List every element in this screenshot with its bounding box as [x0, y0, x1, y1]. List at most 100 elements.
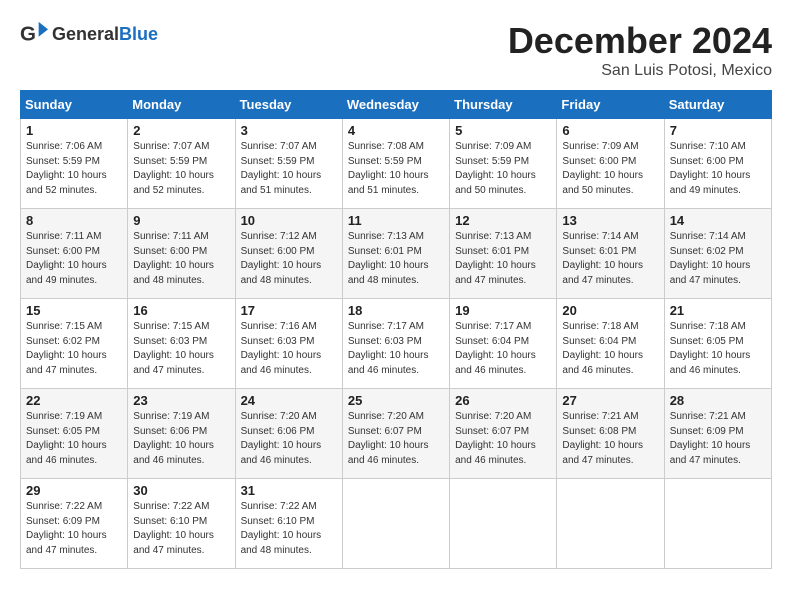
day-number: 26: [455, 393, 551, 408]
day-number: 17: [241, 303, 337, 318]
day-info: Sunrise: 7:09 AMSunset: 6:00 PMDaylight:…: [562, 140, 658, 198]
calendar-cell: 15 Sunrise: 7:15 AMSunset: 6:02 PMDayligh…: [21, 299, 128, 389]
day-info: Sunrise: 7:18 AMSunset: 6:04 PMDaylight:…: [562, 320, 658, 378]
logo-text-blue: Blue: [119, 24, 158, 44]
calendar-cell: 31 Sunrise: 7:22 AMSunset: 6:10 PMDayligh…: [235, 479, 342, 569]
day-info: Sunrise: 7:15 AMSunset: 6:02 PMDaylight:…: [26, 320, 122, 378]
calendar-cell: 23 Sunrise: 7:19 AMSunset: 6:06 PMDayligh…: [128, 389, 235, 479]
calendar-header-friday: Friday: [557, 91, 664, 119]
logo-icon: G: [20, 20, 48, 48]
day-number: 11: [348, 213, 444, 228]
day-info: Sunrise: 7:22 AMSunset: 6:09 PMDaylight:…: [26, 500, 122, 558]
calendar-cell: 30Sunrise: 7:22 AMSunset: 6:10 PMDayligh…: [128, 479, 235, 569]
title-area: December 2024 San Luis Potosi, Mexico: [508, 20, 772, 80]
day-number: 25: [348, 393, 444, 408]
day-number: 16: [133, 303, 229, 318]
day-info: Sunrise: 7:11 AMSunset: 6:00 PMDaylight:…: [26, 230, 122, 288]
calendar-cell: 28Sunrise: 7:21 AMSunset: 6:09 PMDayligh…: [664, 389, 771, 479]
day-number: 8: [26, 213, 122, 228]
day-number: 23: [133, 393, 229, 408]
day-info: Sunrise: 7:20 AMSunset: 6:07 PMDaylight:…: [455, 410, 551, 468]
day-info: Sunrise: 7:13 AMSunset: 6:01 PMDaylight:…: [348, 230, 444, 288]
day-number: 13: [562, 213, 658, 228]
day-number: 19: [455, 303, 551, 318]
day-number: 22: [26, 393, 122, 408]
day-info: Sunrise: 7:14 AMSunset: 6:01 PMDaylight:…: [562, 230, 658, 288]
day-info: Sunrise: 7:17 AMSunset: 6:04 PMDaylight:…: [455, 320, 551, 378]
day-number: 18: [348, 303, 444, 318]
day-info: Sunrise: 7:22 AMSunset: 6:10 PMDaylight:…: [241, 500, 337, 558]
calendar-cell: 22Sunrise: 7:19 AMSunset: 6:05 PMDayligh…: [21, 389, 128, 479]
day-number: 29: [26, 483, 122, 498]
calendar-cell: 4 Sunrise: 7:08 AMSunset: 5:59 PMDaylight…: [342, 119, 449, 209]
day-info: Sunrise: 7:06 AMSunset: 5:59 PMDaylight:…: [26, 140, 122, 198]
calendar-week-row: 22Sunrise: 7:19 AMSunset: 6:05 PMDayligh…: [21, 389, 772, 479]
day-number: 6: [562, 123, 658, 138]
calendar-cell: 11 Sunrise: 7:13 AMSunset: 6:01 PMDayligh…: [342, 209, 449, 299]
day-number: 10: [241, 213, 337, 228]
calendar-cell: 2Sunrise: 7:07 AMSunset: 5:59 PMDaylight…: [128, 119, 235, 209]
calendar-table: SundayMondayTuesdayWednesdayThursdayFrid…: [20, 90, 772, 569]
day-number: 27: [562, 393, 658, 408]
day-info: Sunrise: 7:21 AMSunset: 6:08 PMDaylight:…: [562, 410, 658, 468]
day-info: Sunrise: 7:08 AMSunset: 5:59 PMDaylight:…: [348, 140, 444, 198]
day-number: 14: [670, 213, 766, 228]
day-number: 15: [26, 303, 122, 318]
day-info: Sunrise: 7:13 AMSunset: 6:01 PMDaylight:…: [455, 230, 551, 288]
calendar-cell: 1 Sunrise: 7:06 AMSunset: 5:59 PMDaylight…: [21, 119, 128, 209]
calendar-header-saturday: Saturday: [664, 91, 771, 119]
calendar-cell: [342, 479, 449, 569]
day-number: 4: [348, 123, 444, 138]
calendar-cell: 8 Sunrise: 7:11 AMSunset: 6:00 PMDaylight…: [21, 209, 128, 299]
day-number: 12: [455, 213, 551, 228]
calendar-header-row: SundayMondayTuesdayWednesdayThursdayFrid…: [21, 91, 772, 119]
day-info: Sunrise: 7:20 AMSunset: 6:07 PMDaylight:…: [348, 410, 444, 468]
calendar-cell: 6 Sunrise: 7:09 AMSunset: 6:00 PMDaylight…: [557, 119, 664, 209]
calendar-cell: 27 Sunrise: 7:21 AMSunset: 6:08 PMDayligh…: [557, 389, 664, 479]
calendar-week-row: 1 Sunrise: 7:06 AMSunset: 5:59 PMDaylight…: [21, 119, 772, 209]
calendar-cell: 29 Sunrise: 7:22 AMSunset: 6:09 PMDayligh…: [21, 479, 128, 569]
day-number: 1: [26, 123, 122, 138]
day-info: Sunrise: 7:11 AMSunset: 6:00 PMDaylight:…: [133, 230, 229, 288]
calendar-cell: 26 Sunrise: 7:20 AMSunset: 6:07 PMDayligh…: [450, 389, 557, 479]
day-number: 5: [455, 123, 551, 138]
calendar-cell: 12 Sunrise: 7:13 AMSunset: 6:01 PMDayligh…: [450, 209, 557, 299]
page-header: G GeneralBlue December 2024 San Luis Pot…: [20, 20, 772, 80]
calendar-cell: 25 Sunrise: 7:20 AMSunset: 6:07 PMDayligh…: [342, 389, 449, 479]
logo-text-general: General: [52, 24, 119, 44]
calendar-cell: 20 Sunrise: 7:18 AMSunset: 6:04 PMDayligh…: [557, 299, 664, 389]
calendar-week-row: 29 Sunrise: 7:22 AMSunset: 6:09 PMDayligh…: [21, 479, 772, 569]
day-number: 9: [133, 213, 229, 228]
calendar-cell: [450, 479, 557, 569]
calendar-cell: 5Sunrise: 7:09 AMSunset: 5:59 PMDaylight…: [450, 119, 557, 209]
calendar-cell: 13 Sunrise: 7:14 AMSunset: 6:01 PMDayligh…: [557, 209, 664, 299]
logo: G GeneralBlue: [20, 20, 158, 48]
day-info: Sunrise: 7:10 AMSunset: 6:00 PMDaylight:…: [670, 140, 766, 198]
day-info: Sunrise: 7:21 AMSunset: 6:09 PMDaylight:…: [670, 410, 766, 468]
day-info: Sunrise: 7:07 AMSunset: 5:59 PMDaylight:…: [241, 140, 337, 198]
day-info: Sunrise: 7:17 AMSunset: 6:03 PMDaylight:…: [348, 320, 444, 378]
day-number: 3: [241, 123, 337, 138]
calendar-cell: 9 Sunrise: 7:11 AMSunset: 6:00 PMDaylight…: [128, 209, 235, 299]
calendar-cell: [664, 479, 771, 569]
calendar-cell: [557, 479, 664, 569]
day-info: Sunrise: 7:16 AMSunset: 6:03 PMDaylight:…: [241, 320, 337, 378]
day-info: Sunrise: 7:07 AMSunset: 5:59 PMDaylight:…: [133, 140, 229, 198]
calendar-cell: 17 Sunrise: 7:16 AMSunset: 6:03 PMDayligh…: [235, 299, 342, 389]
day-info: Sunrise: 7:15 AMSunset: 6:03 PMDaylight:…: [133, 320, 229, 378]
calendar-cell: 21Sunrise: 7:18 AMSunset: 6:05 PMDayligh…: [664, 299, 771, 389]
day-info: Sunrise: 7:14 AMSunset: 6:02 PMDaylight:…: [670, 230, 766, 288]
day-info: Sunrise: 7:12 AMSunset: 6:00 PMDaylight:…: [241, 230, 337, 288]
day-info: Sunrise: 7:20 AMSunset: 6:06 PMDaylight:…: [241, 410, 337, 468]
calendar-header-monday: Monday: [128, 91, 235, 119]
day-info: Sunrise: 7:19 AMSunset: 6:06 PMDaylight:…: [133, 410, 229, 468]
day-number: 31: [241, 483, 337, 498]
calendar-header-wednesday: Wednesday: [342, 91, 449, 119]
month-title: December 2024: [508, 20, 772, 62]
day-number: 20: [562, 303, 658, 318]
calendar-cell: 14 Sunrise: 7:14 AMSunset: 6:02 PMDayligh…: [664, 209, 771, 299]
calendar-cell: 16 Sunrise: 7:15 AMSunset: 6:03 PMDayligh…: [128, 299, 235, 389]
location-title: San Luis Potosi, Mexico: [508, 62, 772, 80]
calendar-cell: 7Sunrise: 7:10 AMSunset: 6:00 PMDaylight…: [664, 119, 771, 209]
calendar-cell: 10 Sunrise: 7:12 AMSunset: 6:00 PMDayligh…: [235, 209, 342, 299]
